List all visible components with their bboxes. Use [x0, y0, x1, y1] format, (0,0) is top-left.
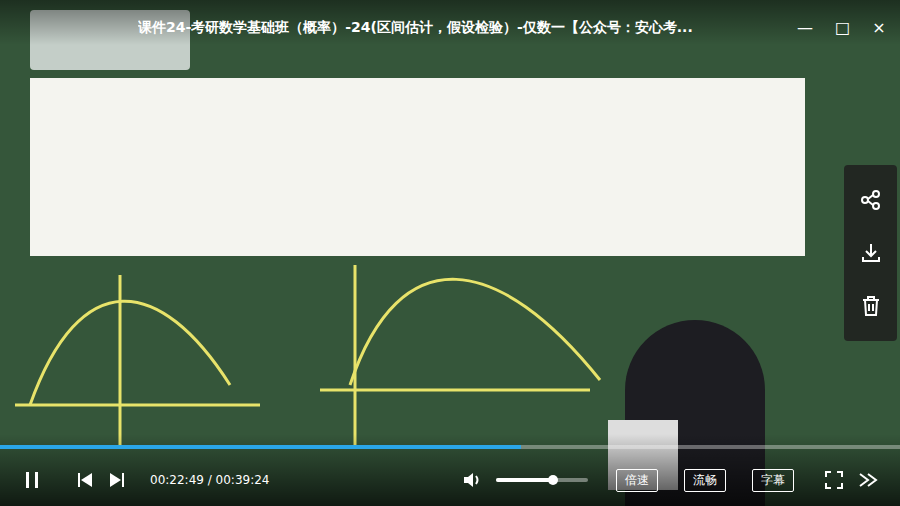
- fullscreen-icon[interactable]: [824, 470, 844, 490]
- maximize-button[interactable]: □: [835, 18, 850, 37]
- volume-icon[interactable]: [462, 470, 482, 490]
- next-icon[interactable]: [108, 471, 126, 489]
- video-frame: [0, 0, 900, 506]
- time-display: 00:22:49 / 00:39:24: [150, 473, 269, 487]
- title-bar: 课件24-考研数学基础班（概率）-24(区间估计，假设检验）-仅数一【公众号：安…: [0, 0, 900, 45]
- player-option-button[interactable]: 字幕: [752, 469, 794, 492]
- volume-track[interactable]: [496, 478, 588, 482]
- progress-track[interactable]: [0, 445, 900, 449]
- close-button[interactable]: ×: [872, 18, 886, 37]
- progress-fill: [0, 445, 521, 449]
- volume-fill: [496, 478, 553, 482]
- player-option-button[interactable]: 倍速: [616, 469, 658, 492]
- player-controls: 00:22:49 / 00:39:24 倍速 流畅 字幕: [0, 434, 900, 506]
- minimize-button[interactable]: —: [797, 18, 813, 37]
- window-title: 课件24-考研数学基础班（概率）-24(区间估计，假设检验）-仅数一【公众号：安…: [138, 19, 785, 37]
- pause-icon[interactable]: [22, 470, 42, 490]
- side-panel: [844, 165, 897, 341]
- shrink-icon[interactable]: [858, 470, 878, 490]
- download-icon[interactable]: [860, 242, 882, 264]
- share-icon[interactable]: [860, 189, 882, 211]
- delete-icon[interactable]: [860, 295, 882, 317]
- previous-icon[interactable]: [76, 471, 94, 489]
- player-option-button[interactable]: 流畅: [684, 469, 726, 492]
